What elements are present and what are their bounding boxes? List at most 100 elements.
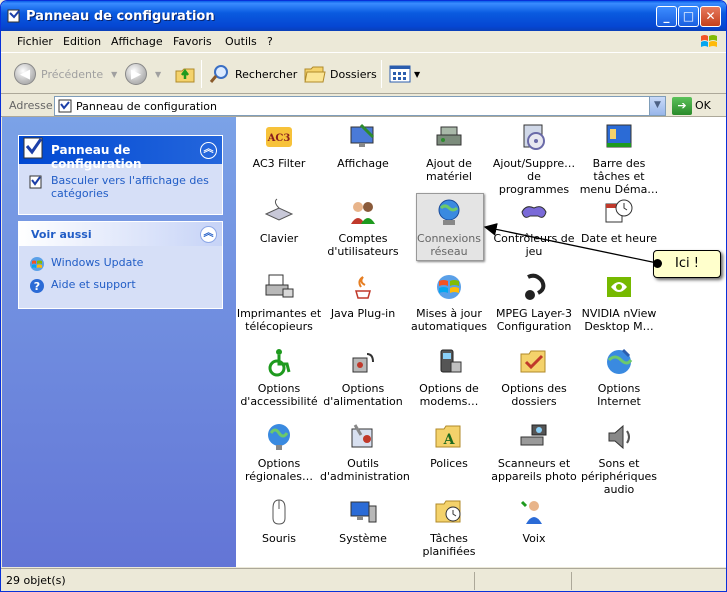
control-panel-item[interactable]: Souris bbox=[236, 496, 322, 545]
panel-header[interactable]: Voir aussi ︽ bbox=[19, 222, 222, 246]
windows-logo-icon bbox=[701, 35, 717, 47]
item-label: Imprimantes et télécopieurs bbox=[236, 307, 322, 333]
control-panel-item[interactable]: Affichage bbox=[320, 121, 406, 170]
switch-category-view-label: Basculer vers l'affichage des catégories bbox=[51, 174, 209, 200]
control-panel-item[interactable]: AC3 AC3 Filter bbox=[236, 121, 322, 170]
power-icon bbox=[352, 353, 374, 373]
control-panel-item[interactable]: Système bbox=[320, 496, 406, 545]
views-icon bbox=[389, 65, 411, 83]
see-also-panel: Voir aussi ︽ Windows Update ? Aide et su… bbox=[18, 221, 223, 309]
go-arrow-icon[interactable]: ➔ bbox=[672, 97, 692, 115]
windows-update-link[interactable]: Windows Update bbox=[29, 256, 212, 272]
item-label: Connexions réseau bbox=[417, 232, 481, 258]
control-panel-item[interactable]: Comptes d'utilisateurs bbox=[320, 196, 406, 258]
items-view: AC3 AC3 Filter Affichage Ajout de matériel A… bbox=[236, 117, 726, 567]
item-label: Java Plug-in bbox=[330, 307, 396, 320]
help-support-link[interactable]: ? Aide et support bbox=[29, 278, 212, 294]
control-panel-item[interactable]: Options de modems… bbox=[406, 346, 492, 408]
item-label: Scanneurs et appareils photo bbox=[491, 457, 577, 483]
control-panel-icon bbox=[23, 137, 43, 159]
address-field[interactable]: Panneau de configuration ▼ bbox=[54, 96, 666, 116]
folder-options-icon bbox=[520, 350, 546, 373]
menu-edition[interactable]: Edition bbox=[63, 35, 101, 48]
sound-icon bbox=[608, 424, 630, 450]
item-label: Options des dossiers bbox=[501, 382, 567, 408]
control-panel-item[interactable]: Mises à jour automatiques bbox=[406, 271, 492, 333]
menu-outils[interactable]: Outils bbox=[225, 35, 257, 48]
address-dropdown-button[interactable]: ▼ bbox=[649, 97, 665, 115]
folders-icon bbox=[304, 66, 326, 83]
menu-fichier[interactable]: Fichier bbox=[17, 35, 53, 48]
views-button[interactable]: ▼ bbox=[388, 62, 420, 86]
control-panel-item[interactable]: Options des dossiers bbox=[491, 346, 577, 408]
panel-header[interactable]: Panneau de configuration ︽ bbox=[19, 136, 222, 171]
menu-help[interactable]: ? bbox=[267, 35, 273, 48]
keyboard-icon bbox=[264, 198, 294, 221]
control-panel-item[interactable]: Tâches planifiées bbox=[406, 496, 492, 558]
search-button[interactable]: Rechercher bbox=[208, 62, 297, 86]
control-panel-item[interactable]: Options d'accessibilité bbox=[236, 346, 322, 408]
collapse-icon[interactable]: ︽ bbox=[200, 226, 217, 243]
control-panel-item[interactable]: Options Internet bbox=[576, 346, 662, 408]
control-panel-item[interactable]: Ajout de matériel bbox=[406, 121, 492, 183]
item-label: AC3 Filter bbox=[252, 157, 306, 170]
item-label: Outils d'administration bbox=[320, 457, 410, 483]
control-panel-item[interactable]: Clavier bbox=[236, 196, 322, 245]
ac3-filter-icon: AC3 bbox=[266, 127, 292, 147]
chevron-down-icon: ▼ bbox=[155, 69, 162, 79]
control-panel-item[interactable]: Scanneurs et appareils photo bbox=[491, 421, 577, 483]
back-button[interactable]: ◀ Précédente ▼ bbox=[14, 62, 117, 86]
control-panel-item[interactable]: MPEG Layer-3 Configuration bbox=[491, 271, 577, 333]
control-panel-item[interactable]: Ajout/Suppre… de programmes bbox=[491, 121, 577, 196]
control-panel-item[interactable]: Connexions réseau bbox=[406, 196, 492, 258]
menu-favoris[interactable]: Favoris bbox=[173, 35, 212, 48]
item-label: Barre des tâches et menu Déma… bbox=[579, 157, 659, 196]
game-controllers-icon bbox=[521, 206, 547, 218]
user-accounts-icon bbox=[351, 202, 375, 224]
mpeg-icon bbox=[525, 273, 546, 300]
control-panel-icon bbox=[29, 175, 42, 189]
item-label: Options d'alimentation bbox=[323, 382, 403, 408]
control-panel-item[interactable]: Options d'alimentation bbox=[320, 346, 406, 408]
item-label: Date et heure bbox=[580, 232, 658, 245]
forward-button[interactable]: ▶ ▼ bbox=[125, 62, 161, 86]
control-panel-item[interactable]: Contrôleurs de jeu bbox=[491, 196, 577, 258]
control-panel-icon bbox=[58, 99, 72, 113]
add-remove-programs-icon bbox=[523, 124, 545, 150]
minimize-button[interactable]: _ bbox=[656, 6, 677, 27]
switch-category-view-link[interactable]: Basculer vers l'affichage des catégories bbox=[29, 174, 212, 200]
item-label: Comptes d'utilisateurs bbox=[327, 232, 399, 258]
windows-update-icon bbox=[30, 257, 44, 271]
control-panel-item[interactable]: Sons et périphériques audio bbox=[576, 421, 662, 496]
menu-affichage[interactable]: Affichage bbox=[111, 35, 163, 48]
control-panel-item[interactable]: Imprimantes et télécopieurs bbox=[236, 271, 322, 333]
control-panel-item[interactable]: Barre des tâches et menu Déma… bbox=[576, 121, 662, 196]
title-bar[interactable]: Panneau de configuration _ □ ✕ bbox=[1, 1, 726, 31]
control-panel-item[interactable]: Java Plug-in bbox=[320, 271, 406, 320]
item-label: Mises à jour automatiques bbox=[410, 307, 488, 333]
go-button[interactable]: OK bbox=[695, 99, 711, 112]
close-button[interactable]: ✕ bbox=[700, 6, 721, 27]
system-icon bbox=[350, 501, 377, 523]
display-icon bbox=[350, 123, 375, 147]
collapse-icon[interactable]: ︽ bbox=[200, 142, 217, 159]
item-label: Contrôleurs de jeu bbox=[493, 232, 575, 258]
svg-text:A: A bbox=[443, 432, 456, 448]
up-folder-button[interactable] bbox=[174, 62, 196, 86]
control-panel-item[interactable]: Voix bbox=[491, 496, 577, 545]
control-panel-item[interactable]: Date et heure bbox=[576, 196, 662, 245]
control-panel-icon bbox=[7, 9, 20, 23]
maximize-button[interactable]: □ bbox=[678, 6, 699, 27]
back-arrow-icon: ◀ bbox=[14, 63, 36, 85]
regional-options-icon bbox=[268, 424, 290, 450]
control-panel-item[interactable]: Outils d'administration bbox=[320, 421, 410, 483]
taskbar-icon bbox=[606, 124, 632, 148]
item-label: Options Internet bbox=[597, 382, 641, 408]
date-time-icon bbox=[605, 199, 633, 223]
folders-button[interactable]: Dossiers bbox=[303, 62, 377, 86]
control-panel-item[interactable]: A Polices bbox=[406, 421, 492, 470]
control-panel-item[interactable]: Options régionales… bbox=[236, 421, 322, 483]
chevron-down-icon: ▼ bbox=[111, 69, 118, 79]
control-panel-item[interactable]: NVIDIA nView Desktop M… bbox=[576, 271, 662, 333]
windows-update-label: Windows Update bbox=[51, 256, 144, 269]
